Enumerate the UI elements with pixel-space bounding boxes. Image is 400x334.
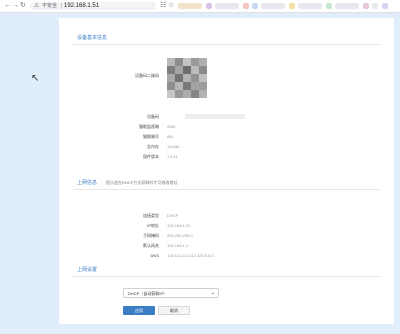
bookmark-item[interactable] <box>215 3 239 9</box>
ip-label: IP地址 <box>147 223 159 228</box>
bookmark-item[interactable] <box>372 3 378 9</box>
device-code-label: 设备码 <box>147 114 159 119</box>
connection-type-value: DHCP <box>167 213 179 218</box>
gateway-value: 192.168.1.1 <box>167 243 189 248</box>
translate-icon[interactable]: ☷ <box>160 2 166 10</box>
forward-icon[interactable]: → <box>12 2 19 10</box>
memory-label: 总内存 <box>147 144 159 149</box>
settings-card: 设备基本信息 设备码二维码 设备码 猫眼监视端 2581 猫眼端号 881 总内… <box>59 18 394 324</box>
bookmark-item[interactable] <box>298 3 322 9</box>
security-label: 不安全 <box>42 3 58 9</box>
connection-mode-select[interactable]: DHCP（自动获取IP） ⌄ <box>123 288 219 298</box>
firmware-label: 固件版本 <box>143 154 159 159</box>
section-divider <box>73 44 380 45</box>
section-divider <box>73 276 380 277</box>
device-qr-code <box>167 58 207 98</box>
dns-value: 114.114.114.114 223.5.5.5 <box>167 253 214 258</box>
gateway-label: 默认网关 <box>143 243 159 248</box>
bookmark-item[interactable] <box>252 3 258 9</box>
connection-mode-value: DHCP（自动获取IP） <box>128 291 168 296</box>
bookmark-star-icon[interactable]: ☆ <box>168 2 174 10</box>
bookmark-item[interactable] <box>206 3 212 9</box>
memory-value: 1024M <box>167 144 180 149</box>
back-icon[interactable]: ← <box>4 2 11 10</box>
bookmark-item[interactable] <box>335 3 359 9</box>
subnet-label: 子网掩码 <box>143 233 159 238</box>
subnet-value: 255.255.255.0 <box>167 233 193 238</box>
device-info-title: 设备基本信息 <box>77 35 108 41</box>
browser-toolbar: ← → ↻ ⚠ 不安全 192.168.1.51 ☷ ☆ <box>0 0 400 13</box>
bookmark-item[interactable] <box>363 3 369 9</box>
network-note: 提示会在DHCP方式获取时才可修改地址 <box>106 180 178 185</box>
mouse-cursor-icon: ↖ <box>31 73 40 84</box>
dns-label: DNS <box>150 253 159 258</box>
url-text: 192.168.1.51 <box>64 3 100 9</box>
port-value: 881 <box>167 134 174 139</box>
bookmark-item[interactable] <box>261 3 285 9</box>
network-settings-title: 上网设置 <box>77 267 98 273</box>
address-bar[interactable]: ⚠ 不安全 192.168.1.51 <box>30 2 156 10</box>
network-info-title: 上网信息 <box>77 180 98 186</box>
firmware-value: 1.0.11 <box>167 154 178 159</box>
bookmark-item[interactable] <box>382 3 388 9</box>
cancel-button[interactable]: 取消 <box>158 306 190 315</box>
section-divider <box>73 189 380 190</box>
chevron-down-icon: ⌄ <box>210 290 215 296</box>
bookmark-item[interactable] <box>243 3 249 9</box>
qr-label: 设备码二维码 <box>135 73 159 78</box>
ip-value: 192.168.1.51 <box>167 223 191 228</box>
apply-button[interactable]: 应用 <box>123 306 155 315</box>
bookmark-item[interactable] <box>326 3 332 9</box>
bookmark-item[interactable] <box>289 3 295 9</box>
bookmark-item[interactable] <box>178 3 202 9</box>
warning-icon: ⚠ <box>34 3 40 9</box>
monitor-label: 猫眼监视端 <box>139 124 159 129</box>
device-code-redaction <box>185 114 245 119</box>
reload-icon[interactable]: ↻ <box>20 2 26 10</box>
connection-type-label: 连接类型 <box>143 213 159 218</box>
monitor-value: 2581 <box>167 124 176 129</box>
address-divider <box>61 3 62 9</box>
port-label: 猫眼端号 <box>143 134 159 139</box>
